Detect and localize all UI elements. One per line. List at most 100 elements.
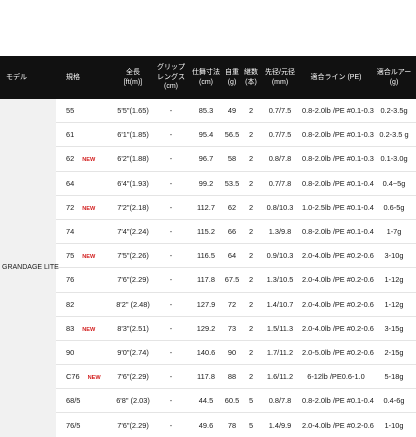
header-lure-weight: 適合ルアー (g) — [372, 56, 416, 99]
cell-closed: 96.7 — [190, 146, 222, 172]
cell-pieces: 2 — [242, 339, 260, 365]
cell-weight: 49 — [222, 99, 242, 123]
cell-pieces: 2 — [242, 99, 260, 123]
cell-pieces: 2 — [242, 291, 260, 317]
cell-length: 8'2" (2.48) — [114, 291, 152, 317]
cell-closed: 115.2 — [190, 218, 222, 244]
cell-pieces: 2 — [242, 194, 260, 220]
header-line-rating: 適合ライン (PE) — [300, 56, 372, 99]
cell-grip: - — [152, 243, 190, 268]
table-row: C76 NEW 7'6"(2.29) -117.8 88 2 1.6/11.2 6-12lb … — [0, 364, 416, 389]
cell-length: 7'2"(2.18) — [114, 194, 152, 220]
cell-spec: 82 — [56, 291, 114, 317]
table-row: GRANDAGE LITE 55 5'5"(1.65) - 85.3 49 2 … — [0, 99, 416, 437]
cell-line: 2.0-4.0lb /PE #0.2-0.6 — [300, 243, 374, 268]
cell-line: 2.0-5.0lb /PE #0.2-0.6 — [300, 339, 374, 365]
header-row: モデル 規格 全長 [ft(m)] グリップ レングス (cm) 仕舞寸法 (c… — [0, 56, 416, 99]
cell-line: 0.8-2.0lb /PE #0.1-0.3 — [300, 122, 374, 147]
new-badge: NEW — [82, 205, 96, 212]
cell-spec: 61 — [56, 122, 114, 147]
cell-tip: 1.4/9.9 — [260, 412, 300, 437]
cell-closed: 117.8 — [190, 364, 222, 389]
cell-weight: 58 — [222, 146, 242, 172]
new-badge: NEW — [82, 326, 96, 333]
cell-grip: - — [152, 267, 190, 292]
cell-grip: - — [152, 99, 190, 123]
cell-length: 7'5"(2.26) — [114, 243, 152, 268]
cell-grip: - — [152, 194, 190, 220]
table-row: 83 NEW 8'3"(2.51) -129.2 73 2 1.5/11.3 2.0-4.0l… — [0, 315, 416, 341]
new-badge: NEW — [82, 157, 96, 164]
cell-lure: 2-15g — [372, 339, 416, 365]
cell-grip: - — [152, 146, 190, 172]
table-body: GRANDAGE LITE 55 5'5"(1.65) - 85.3 49 2 … — [0, 99, 416, 437]
table-row: 76/5 7'6"(2.29) -49.6 78 5 1.4/9.9 2.0-4.0lb /… — [0, 412, 416, 437]
cell-weight: 60.5 — [222, 388, 242, 413]
table-row: 64 6'4"(1.93) -99.2 53.5 2 0.7/7.8 0.8-2.0lb /… — [0, 170, 416, 196]
cell-grip: - — [152, 364, 190, 389]
cell-tip: 0.8/7.8 — [260, 388, 300, 413]
cell-tip: 1.5/11.3 — [260, 315, 300, 341]
cell-lure: 1-7g — [372, 218, 416, 244]
cell-spec: 75 NEW — [56, 243, 114, 268]
spec-table-container: モデル 規格 全長 [ft(m)] グリップ レングス (cm) 仕舞寸法 (c… — [0, 0, 416, 437]
cell-spec: 55 — [56, 99, 114, 123]
cell-closed: 49.6 — [190, 412, 222, 437]
cell-line: 0.8-2.0lb /PE #0.1-0.3 — [300, 146, 374, 172]
cell-weight: 90 — [222, 339, 242, 365]
cell-spec: 62 NEW — [56, 146, 114, 172]
cell-line: 0.8-2.0lb /PE #0.1-0.4 — [300, 170, 374, 196]
cell-spec: 76/5 — [56, 412, 114, 437]
cell-length: 6'2"(1.88) — [114, 146, 152, 172]
cell-line: 1.0-2.5lb /PE #0.1-0.4 — [300, 194, 374, 220]
cell-spec: 76 — [56, 267, 114, 292]
cell-line: 2.0-4.0lb /PE #0.2-0.6 — [300, 267, 374, 292]
cell-closed: 99.2 — [190, 170, 222, 196]
cell-length: 6'1"(1.85) — [114, 122, 152, 147]
cell-closed: 117.8 — [190, 267, 222, 292]
cell-tip: 1.4/10.7 — [260, 291, 300, 317]
table-row: 75 NEW 7'5"(2.26) -116.5 64 2 0.9/10.3 2.0-4.0l… — [0, 243, 416, 268]
cell-length: 9'0"(2.74) — [114, 339, 152, 365]
cell-length: 5'5"(1.65) — [114, 99, 152, 123]
cell-closed: 129.2 — [190, 315, 222, 341]
table-row: 90 9'0"(2.74) -140.6 90 2 1.7/11.2 2.0-5.0lb /… — [0, 339, 416, 365]
cell-line: 0.8-2.0lb /PE #0.1-0.4 — [300, 218, 374, 244]
cell-lure: 3-10g — [372, 243, 416, 268]
cell-pieces: 2 — [242, 218, 260, 244]
cell-pieces: 2 — [242, 315, 260, 341]
cell-tip: 1.3/10.5 — [260, 267, 300, 292]
cell-line: 6-12lb /PE0.6-1.0 — [300, 364, 372, 389]
cell-weight: 67.5 — [222, 267, 242, 292]
cell-line: 2.0-4.0lb /PE #0.2-0.6 — [300, 291, 374, 317]
cell-grip: - — [152, 315, 190, 341]
table-row: 62 NEW 6'2"(1.88) -96.7 58 2 0.8/7.8 0.8-2.0lb … — [0, 146, 416, 172]
table-row: 68/5 6'8" (2.03) -44.5 60.5 5 0.8/7.8 0.8-2.0l… — [0, 388, 416, 413]
cell-length: 7'4"(2.24) — [114, 218, 152, 244]
cell-tip: 0.8/7.8 — [260, 146, 300, 172]
cell-closed: 127.9 — [190, 291, 222, 317]
table-row: 61 6'1"(1.85) -95.4 56.5 2 0.7/7.5 0.8-2.0lb /… — [0, 122, 416, 147]
cell-lure: 1-12g — [372, 291, 416, 317]
cell-lure: 5-18g — [372, 364, 416, 389]
new-badge: NEW — [87, 375, 101, 382]
cell-grip: - — [152, 388, 190, 413]
cell-line: 0.8-2.0lb /PE #0.1-0.4 — [300, 388, 374, 413]
cell-pieces: 2 — [242, 170, 260, 196]
header-spec: 規格 — [56, 56, 114, 99]
cell-weight: 88 — [222, 364, 242, 389]
cell-tip: 1.3/9.8 — [260, 218, 300, 244]
cell-lure: 1-10g — [372, 412, 416, 437]
cell-closed: 44.5 — [190, 388, 222, 413]
cell-spec: C76 NEW — [56, 364, 114, 389]
model-name-cell: GRANDAGE LITE — [0, 99, 59, 437]
cell-length: 7'6"(2.29) — [114, 364, 152, 389]
cell-weight: 73 — [222, 315, 242, 341]
cell-closed: 85.3 — [190, 99, 222, 123]
cell-closed: 116.5 — [190, 243, 222, 268]
cell-length: 7'6"(2.29) — [114, 267, 152, 292]
cell-lure: 0.4-6g — [372, 388, 416, 413]
cell-spec: 72 NEW — [56, 194, 114, 220]
cell-pieces: 2 — [242, 146, 260, 172]
cell-weight: 62 — [222, 194, 242, 220]
